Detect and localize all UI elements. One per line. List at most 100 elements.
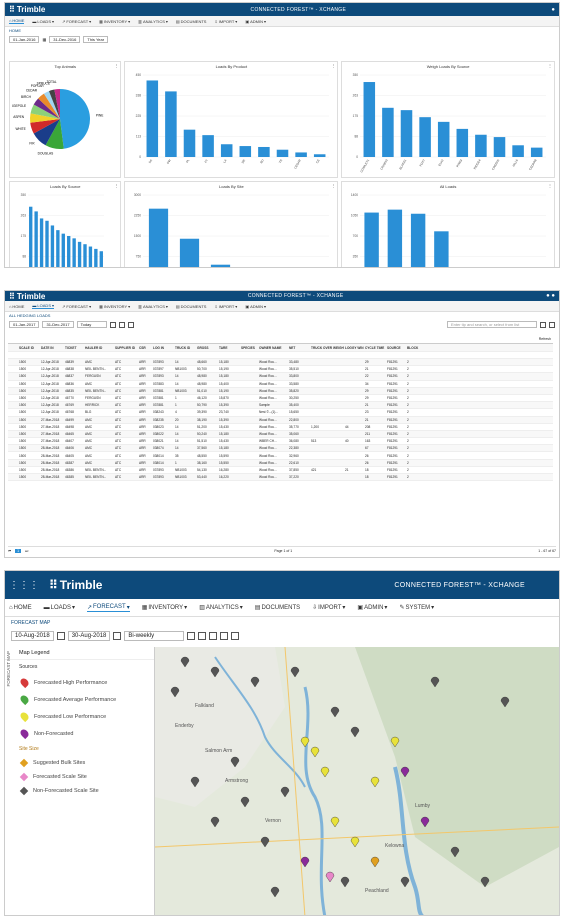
calendar-icon[interactable]: ▦ (42, 37, 46, 42)
bar[interactable] (221, 144, 233, 157)
nav-analytics[interactable]: ▥ ANALYTICS ▾ (138, 19, 168, 24)
nav-system[interactable]: ✎ SYSTEM ▾ (399, 604, 434, 612)
nav-documents[interactable]: ▤ DOCUMENTS (176, 304, 207, 309)
period-select[interactable]: This Year (83, 36, 109, 43)
kebab-menu-icon[interactable]: ⋮ (548, 63, 552, 68)
bar[interactable] (277, 149, 289, 157)
filter-row[interactable] (8, 352, 553, 359)
table-row[interactable]: 1500 27-Mar-2018 46499 AMC ATC ARR 038235 20 38,… (8, 416, 553, 424)
table-row[interactable]: 1500 12-Apr-2018 46838 NEIL BENTN... ATC ARR 0… (8, 366, 553, 374)
bar[interactable] (419, 117, 432, 157)
last-page-icon[interactable]: ⏭ (25, 549, 28, 553)
bar[interactable] (72, 238, 76, 268)
kebab-menu-icon[interactable]: ⋮ (114, 183, 118, 188)
bar[interactable] (258, 146, 271, 157)
nav-forecast[interactable]: ↗ FORECAST ▾ (86, 604, 130, 612)
table-row[interactable]: 1500 27-Mar-2018 46498 AMC ATC ARR 038023 14 51,… (8, 424, 553, 431)
calendar-icon[interactable] (209, 632, 218, 640)
calendar-icon[interactable] (109, 321, 116, 328)
nav-inventory[interactable]: ▦ INVENTORY ▾ (142, 604, 187, 612)
bar[interactable] (149, 208, 169, 268)
bar[interactable] (363, 82, 376, 157)
bar[interactable] (83, 244, 87, 268)
nav-home[interactable]: ⌂ HOME (9, 605, 32, 611)
table-header[interactable]: SCALE ID DATE IN TICKET HAULER ID SUPPLIER I… (8, 344, 553, 352)
nav-import[interactable]: ⇩ IMPORT ▾ (214, 304, 237, 309)
bar[interactable] (56, 230, 60, 268)
table-row[interactable]: 1500 28-Mar-2018 46385 NEIL BENTN... ATC ARR 0… (8, 474, 553, 482)
nav-loads[interactable]: ▬ LOADS ▾ (44, 604, 75, 612)
nav-import[interactable]: ⇩ IMPORT ▾ (312, 604, 345, 612)
bar[interactable] (240, 146, 252, 157)
bar[interactable] (493, 137, 506, 157)
bar[interactable] (314, 154, 326, 157)
table-row[interactable]: 1500 12-Apr-2018 46768 BLG ATC ARR 038243 4 39,3… (8, 409, 553, 417)
export-icon[interactable] (540, 321, 546, 328)
bar[interactable] (67, 236, 71, 268)
apps-grid-icon[interactable]: ⋮⋮⋮ (9, 580, 39, 591)
calendar-icon[interactable] (231, 632, 240, 640)
bar[interactable] (382, 107, 394, 157)
table-row[interactable]: 1500 12-Apr-2018 46769 HERRICK ATC ARR 037881 1… (8, 402, 553, 410)
calendar-icon[interactable] (127, 321, 134, 328)
bar[interactable] (184, 129, 196, 157)
table-row[interactable]: 1500 27-Mar-2018 46465 AMC ATC ARR 038022 14 50,… (8, 430, 553, 439)
table-row[interactable]: 1500 28-Mar-2018 46386 NEIL BENTN... ATC ARR 0… (8, 467, 553, 474)
refresh-link[interactable]: Refresh (539, 337, 551, 341)
nav-forecast[interactable]: ↗ FORECAST ▾ (62, 19, 91, 24)
bar[interactable] (456, 128, 469, 157)
calendar-icon[interactable] (187, 632, 196, 640)
table-row[interactable]: 1500 12-Apr-2018 46835 NEIL BENTN... ATC ARR 0… (8, 387, 553, 395)
date-to-input[interactable]: 30-Aug-2018 (67, 631, 111, 641)
table-row[interactable]: 1500 28-Mar-2018 46387 AMC ATC ARR 038014 1 38,1… (8, 459, 553, 467)
map-canvas[interactable]: Enderby Salmon Arm Armstrong Vernon Kelowna P… (154, 646, 559, 916)
date-to-input[interactable]: 31-Dec-2016 (49, 36, 81, 43)
search-input[interactable]: Enter tip and search, or select from lis… (447, 321, 537, 328)
bar[interactable] (295, 152, 308, 157)
table-row[interactable]: 1500 12-Apr-2018 46836 AMC ATC ARR 037883 14 48,… (8, 381, 553, 388)
help-icon[interactable]: ● (551, 7, 555, 13)
nav-loads[interactable]: ▬ LOADS ▾ (32, 19, 54, 24)
nav-analytics[interactable]: ▥ ANALYTICS ▾ (199, 604, 243, 612)
bar[interactable] (211, 264, 231, 268)
table-row[interactable]: 1500 27-Mar-2018 46407 AMC ATC ARR 038021 14 51,… (8, 438, 553, 446)
bar[interactable] (50, 225, 55, 268)
calendar-icon[interactable] (198, 632, 207, 640)
first-page-icon[interactable]: ⏮ (8, 549, 11, 553)
pie-slice[interactable] (60, 89, 91, 149)
nav-analytics[interactable]: ▥ ANALYTICS ▾ (138, 304, 168, 309)
nav-admin[interactable]: ▣ ADMIN ▾ (357, 604, 387, 612)
trimble-logo[interactable]: ⠿ Trimble (9, 292, 45, 301)
bar[interactable] (180, 238, 200, 268)
calendar-icon[interactable] (118, 321, 125, 328)
bar[interactable] (94, 248, 98, 268)
nav-admin[interactable]: ▣ ADMIN ▾ (245, 19, 266, 24)
bar[interactable] (475, 134, 487, 157)
bar[interactable] (147, 80, 159, 157)
date-to-input[interactable]: 31-Dec-2017 (42, 321, 74, 328)
period-select[interactable]: Today (76, 321, 107, 328)
table-row[interactable]: 1500 12-Apr-2018 46837 FERGUSN ATC ARR 037893 1… (8, 373, 553, 381)
table-row[interactable]: 1500 12-Apr-2018 46839 AMC ATC ARR 037893 14 48,… (8, 359, 553, 367)
bar[interactable] (434, 231, 449, 268)
bar[interactable] (88, 246, 93, 268)
kebab-menu-icon[interactable]: ⋮ (331, 183, 335, 188)
calendar-icon[interactable] (56, 632, 65, 640)
table-row[interactable]: 1500 28-Mar-2018 46406 AMC ATC ARR 038074 14 37,… (8, 445, 553, 453)
bar[interactable] (29, 206, 33, 268)
bar[interactable] (400, 110, 413, 157)
date-from-input[interactable]: 01-Jan-2016 (9, 36, 40, 43)
bar[interactable] (165, 91, 178, 157)
bar[interactable] (34, 211, 38, 268)
table-row[interactable]: 1500 28-Mar-2018 46405 AMC ATC ARR 038014 35 48,… (8, 452, 553, 460)
bar[interactable] (512, 145, 525, 157)
bar[interactable] (438, 121, 450, 157)
bar[interactable] (364, 212, 380, 268)
kebab-menu-icon[interactable]: ⋮ (548, 183, 552, 188)
nav-import[interactable]: ⇩ IMPORT ▾ (214, 19, 237, 24)
bar[interactable] (45, 220, 49, 268)
bar[interactable] (61, 233, 65, 268)
date-from-input[interactable]: 01-Jan-2017 (9, 321, 40, 328)
side-tab[interactable]: FORECAST MAP (6, 651, 14, 686)
nav-admin[interactable]: ▣ ADMIN ▾ (245, 304, 266, 309)
